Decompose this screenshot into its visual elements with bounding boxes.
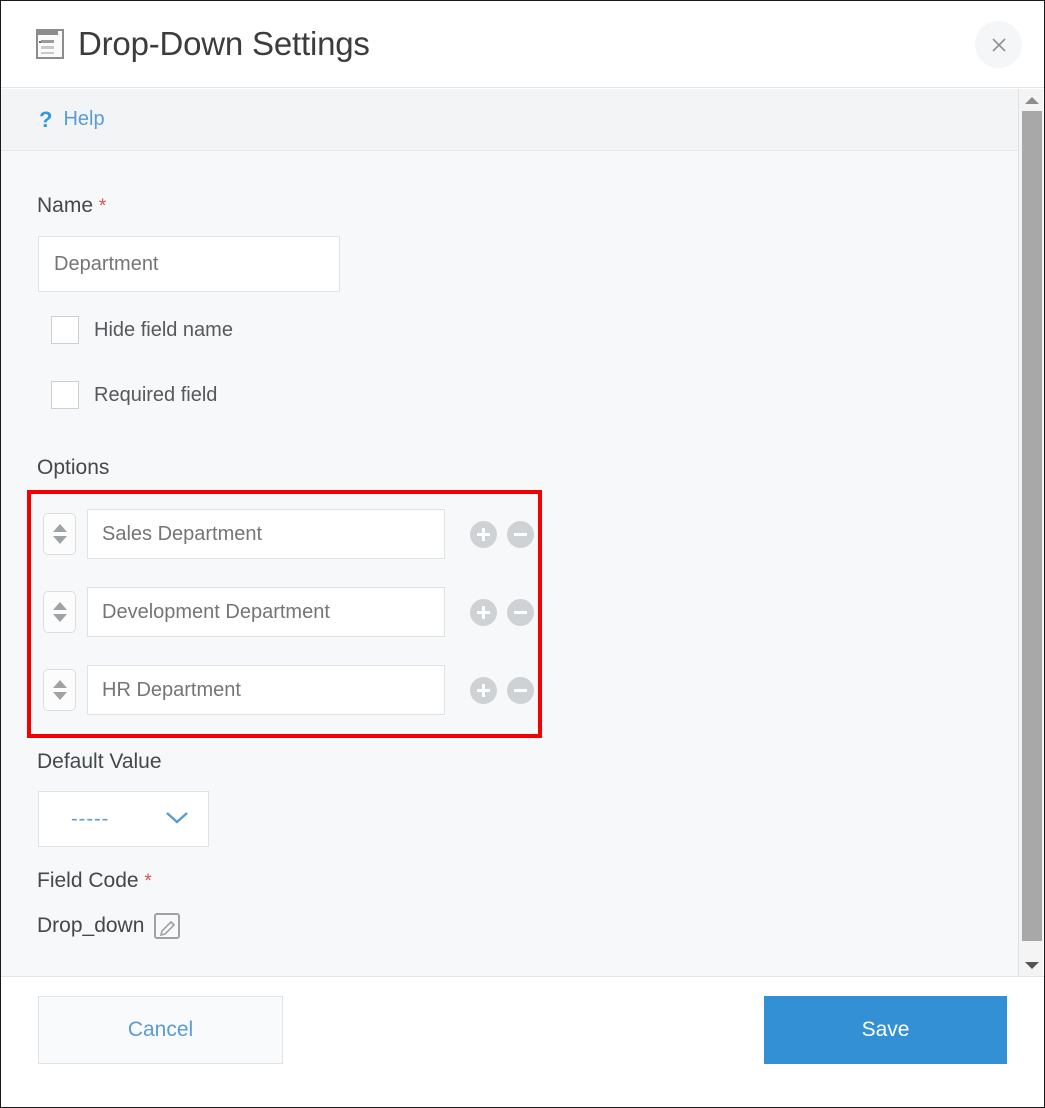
drag-updown-icon[interactable] xyxy=(43,513,76,555)
drop-down-settings-dialog: Drop-Down Settings ? Help Name * Hide fi… xyxy=(0,0,1045,1108)
close-button[interactable] xyxy=(975,21,1022,68)
minus-circle-icon[interactable] xyxy=(507,676,534,704)
chevron-down-icon xyxy=(163,808,191,831)
question-mark-icon: ? xyxy=(39,106,53,132)
option-row xyxy=(1,509,534,559)
option-input[interactable] xyxy=(87,587,445,637)
close-icon xyxy=(989,35,1009,55)
save-button[interactable]: Save xyxy=(764,996,1007,1064)
hide-field-name-label: Hide field name xyxy=(94,318,233,341)
scrollbar-thumb[interactable] xyxy=(1022,111,1042,941)
cancel-button[interactable]: Cancel xyxy=(38,996,283,1064)
minus-circle-icon[interactable] xyxy=(507,520,534,548)
option-row xyxy=(1,587,534,637)
hide-field-name-row[interactable]: Hide field name xyxy=(51,316,233,344)
help-link[interactable]: Help xyxy=(63,108,104,131)
minus-circle-icon[interactable] xyxy=(507,598,534,626)
settings-form: Name * Hide field name Required field Op… xyxy=(1,151,1019,976)
default-value-select[interactable]: ----- xyxy=(38,791,209,847)
required-field-checkbox[interactable] xyxy=(51,381,79,409)
name-label-text: Name xyxy=(37,194,94,217)
default-value-selected: ----- xyxy=(71,807,110,830)
plus-circle-icon[interactable] xyxy=(470,598,497,626)
option-input[interactable] xyxy=(87,509,445,559)
options-label: Options xyxy=(37,456,110,479)
edit-pencil-icon[interactable] xyxy=(154,913,181,939)
default-value-label: Default Value xyxy=(37,750,162,773)
vertical-scrollbar[interactable] xyxy=(1018,89,1043,976)
field-code-value: Drop_down xyxy=(37,914,145,937)
required-field-row[interactable]: Required field xyxy=(51,381,217,409)
page-title: Drop-Down Settings xyxy=(78,25,370,62)
required-field-label: Required field xyxy=(94,383,218,406)
field-code-value-row: Drop_down xyxy=(37,913,181,939)
name-field-label: Name * xyxy=(37,194,106,218)
scroll-up-arrow-icon[interactable] xyxy=(1019,91,1044,109)
dialog-footer: Cancel Save xyxy=(1,976,1044,1107)
name-required-marker: * xyxy=(98,196,107,217)
drag-updown-icon[interactable] xyxy=(43,591,76,633)
dialog-titlebar: Drop-Down Settings xyxy=(1,1,1044,88)
scroll-down-arrow-icon[interactable] xyxy=(1019,956,1044,974)
field-code-label: Field Code * xyxy=(37,869,152,893)
drag-updown-icon[interactable] xyxy=(43,669,76,711)
plus-circle-icon[interactable] xyxy=(470,676,497,704)
dropdown-field-icon xyxy=(36,29,64,59)
option-row xyxy=(1,665,534,715)
field-code-label-text: Field Code xyxy=(37,869,139,892)
help-bar: ? Help xyxy=(1,89,1019,151)
name-input[interactable] xyxy=(38,236,340,292)
plus-circle-icon[interactable] xyxy=(470,520,497,548)
field-code-required-marker: * xyxy=(144,871,152,892)
option-input[interactable] xyxy=(87,665,445,715)
hide-field-name-checkbox[interactable] xyxy=(51,316,79,344)
